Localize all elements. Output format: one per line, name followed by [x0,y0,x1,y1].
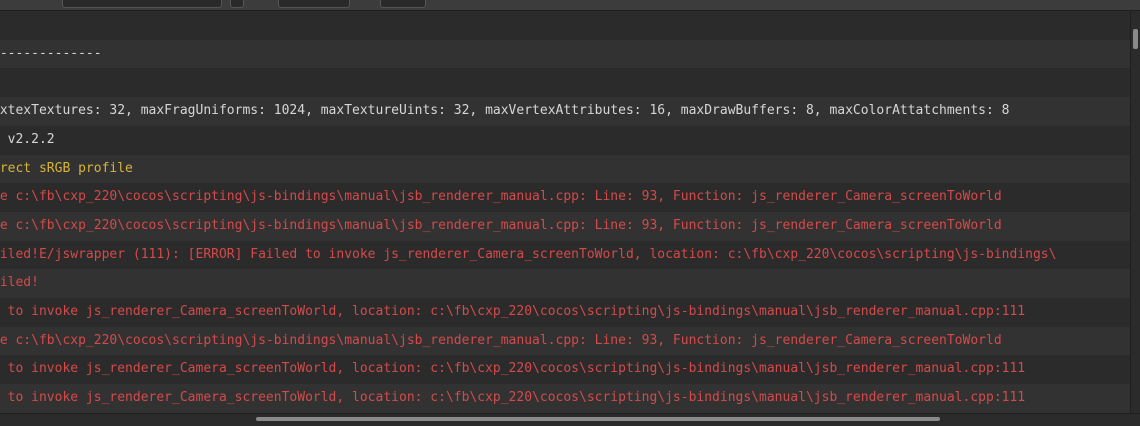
vertical-scrollbar[interactable] [1130,11,1140,413]
error-line[interactable]: d to invoke js_renderer_Camera_screenToW… [0,384,1130,413]
log-line[interactable] [0,68,1130,98]
log-line[interactable]: : v2.2.2 [0,125,1130,155]
error-line[interactable]: le c:\fb\cxp_220\cocos\scripting\js-bind… [0,183,1130,212]
toolbar-icons[interactable] [2,0,30,6]
horizontal-scroll-thumb[interactable] [256,417,940,421]
level-select[interactable] [278,0,350,8]
error-line[interactable]: le c:\fb\cxp_220\cocos\scripting\js-bind… [0,211,1130,241]
console-log-list: -------------- extexTextures: 32, maxFra… [0,11,1130,413]
error-line[interactable]: ailed!E/jswrapper (111): [ERROR] Failed … [0,240,1130,270]
error-line[interactable]: le c:\fb\cxp_220\cocos\scripting\js-bind… [0,326,1130,356]
clear-button[interactable] [380,0,426,8]
error-line[interactable]: d to invoke js_renderer_Camera_screenToW… [0,355,1130,385]
vertical-scroll-thumb[interactable] [1133,29,1138,49]
horizontal-scrollbar[interactable] [0,413,1140,426]
log-line[interactable] [0,11,1130,40]
console-toolbar [0,0,1140,11]
error-line[interactable]: d to invoke js_renderer_Camera_screenToW… [0,298,1130,327]
warn-line[interactable]: rrect sRGB profile [0,154,1130,184]
log-line[interactable]: -------------- [0,39,1130,69]
error-line[interactable]: ailed! [0,269,1130,298]
filter-input[interactable] [62,0,222,8]
log-line[interactable]: extexTextures: 32, maxFragUniforms: 1024… [0,97,1130,126]
regex-toggle[interactable] [230,0,244,8]
